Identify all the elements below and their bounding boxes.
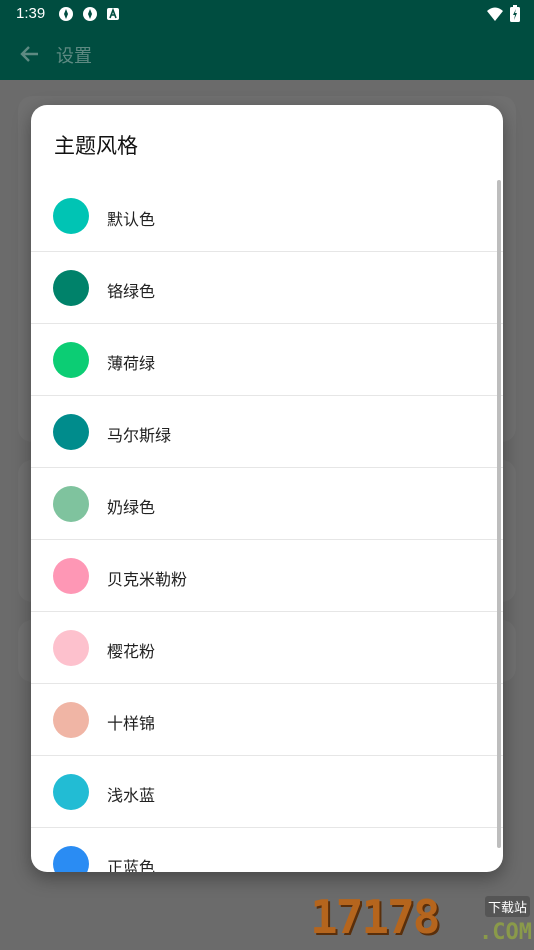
theme-option[interactable]: 贝克米勒粉 [31,540,503,612]
theme-option[interactable]: 十样锦 [31,684,503,756]
theme-color-swatch [53,774,89,810]
theme-color-swatch [53,702,89,738]
status-time: 1:39 [16,5,46,22]
status-right-icons [486,5,520,26]
watermark-badge: 下载站 [484,896,530,917]
watermark-logo: 17178 下载站 .COM [310,890,534,950]
theme-color-swatch [53,486,89,522]
scrollbar[interactable] [497,180,501,848]
keyboard-notification-icon [106,6,122,22]
theme-option[interactable]: 正蓝色 [31,828,503,872]
watermark-number: 17178 [310,890,440,944]
theme-color-swatch [53,414,89,450]
theme-option-label: 铬绿色 [107,282,156,301]
theme-option[interactable]: 薄荷绿 [31,324,503,396]
theme-option[interactable]: 奶绿色 [31,468,503,540]
page-title: 设置 [56,46,92,67]
theme-option[interactable]: 浅水蓝 [31,756,503,828]
theme-option-label: 默认色 [107,210,156,229]
theme-option-label: 马尔斯绿 [107,426,172,445]
theme-option-label: 奶绿色 [107,498,156,517]
theme-color-swatch [53,630,89,666]
theme-option-label: 薄荷绿 [107,354,156,373]
theme-option[interactable]: 默认色 [31,180,503,252]
theme-color-swatch [53,558,89,594]
theme-color-swatch [53,270,89,306]
theme-option-label: 贝克米勒粉 [107,570,188,589]
theme-style-dialog: 主题风格 默认色 铬绿色 薄荷绿 马尔斯绿 奶绿色 贝克米勒粉 樱花粉 十样锦 … [31,105,503,872]
notification-icons [58,6,122,22]
theme-option[interactable]: 樱花粉 [31,612,503,684]
theme-option-label: 浅水蓝 [107,786,156,805]
theme-color-swatch [53,342,89,378]
status-bar: 1:39 [0,0,534,28]
theme-list[interactable]: 默认色 铬绿色 薄荷绿 马尔斯绿 奶绿色 贝克米勒粉 樱花粉 十样锦 浅水蓝 正… [31,180,503,872]
theme-option-label: 正蓝色 [107,858,156,872]
battery-icon [510,5,520,26]
theme-option[interactable]: 铬绿色 [31,252,503,324]
theme-color-swatch [53,846,89,872]
app-notification-icon [58,6,74,22]
theme-option-label: 樱花粉 [107,642,156,661]
wifi-icon [486,6,504,26]
watermark-domain: .COM [479,920,532,945]
app-notification-icon [82,6,98,22]
theme-color-swatch [53,198,89,234]
app-bar: 设置 [0,28,534,80]
dialog-title: 主题风格 [54,134,138,158]
theme-option[interactable]: 马尔斯绿 [31,396,503,468]
back-arrow-icon[interactable] [18,42,42,66]
theme-option-label: 十样锦 [107,714,156,733]
